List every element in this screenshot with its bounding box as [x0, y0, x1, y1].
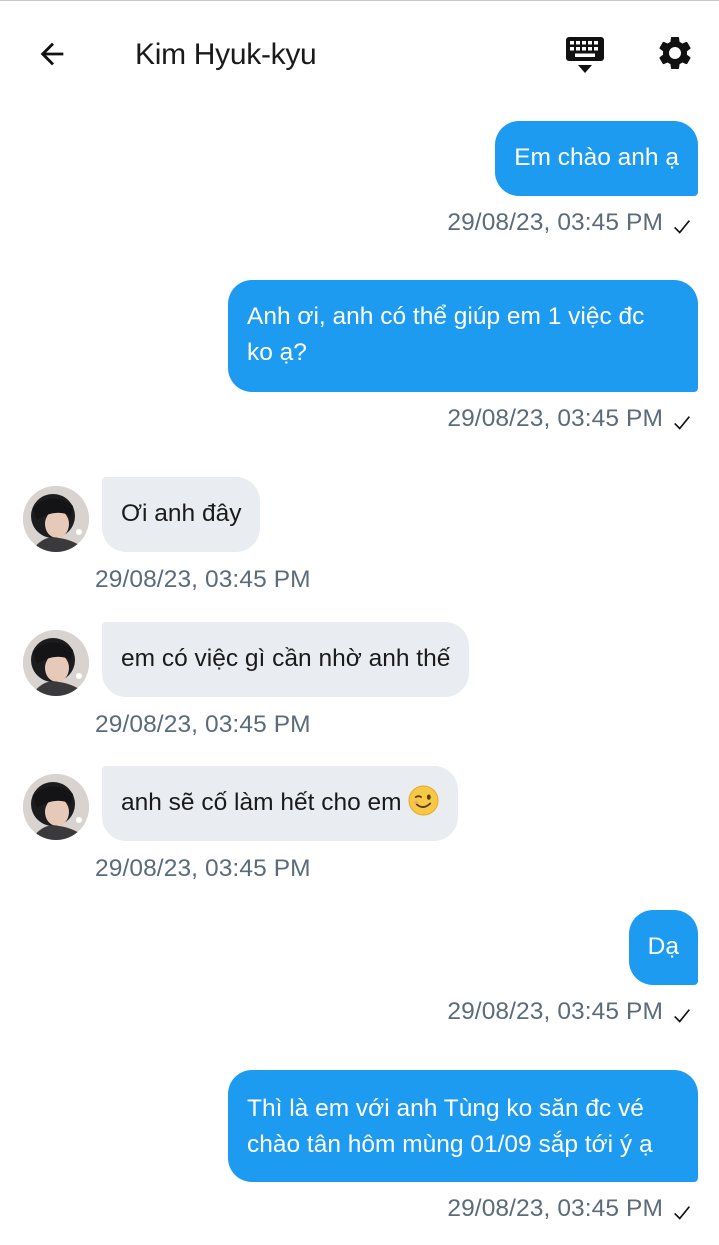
message-timestamp: 29/08/23, 03:45 PM — [447, 998, 663, 1025]
message-bubble[interactable]: Em chào anh ạ — [495, 121, 698, 196]
message-text: anh sẽ cố làm hết cho em — [121, 789, 402, 816]
avatar-image — [23, 774, 89, 840]
avatar-image — [23, 486, 89, 552]
checkmark-icon — [674, 1009, 690, 1023]
message-text-line: ko ạ? — [247, 339, 307, 366]
message-timestamp: 29/08/23, 03:45 PM — [447, 405, 663, 432]
avatar[interactable] — [23, 486, 89, 552]
checkmark-icon — [674, 1206, 690, 1220]
message-text: em có việc gì cần nhờ anh thế — [121, 645, 451, 672]
message-text-line: Thì là em với anh Tùng ko săn đc vé — [247, 1095, 644, 1122]
avatar-image — [23, 630, 89, 696]
message-timestamp: 29/08/23, 03:45 PM — [95, 855, 311, 882]
message-timestamp: 29/08/23, 03:45 PM — [447, 1195, 663, 1222]
message-text: Dạ — [647, 933, 679, 960]
message-bubble[interactable]: Anh ơi, anh có thể giúp em 1 việc đc ko … — [228, 280, 698, 392]
winking-face-emoji — [408, 785, 439, 816]
message-text: Ơi anh đây — [121, 500, 242, 527]
message-bubble[interactable]: Dạ — [628, 910, 698, 985]
message-list[interactable]: Em chào anh ạ 29/08/23, 03:45 PM Anh ơi,… — [0, 0, 719, 1245]
message-text-line: chào tân hôm mùng 01/09 sắp tới ý ạ — [247, 1131, 653, 1158]
message-bubble[interactable]: anh sẽ cố làm hết cho em — [102, 766, 458, 841]
avatar[interactable] — [23, 774, 89, 840]
message-timestamp: 29/08/23, 03:45 PM — [95, 711, 311, 738]
message-bubble[interactable]: Thì là em với anh Tùng ko săn đc vé chào… — [228, 1070, 698, 1182]
checkmark-icon — [674, 220, 690, 234]
checkmark-icon — [674, 416, 690, 430]
message-timestamp: 29/08/23, 03:45 PM — [95, 566, 311, 593]
message-text: Em chào anh ạ — [514, 144, 679, 171]
message-bubble[interactable]: Ơi anh đây — [102, 477, 261, 552]
message-text-line: Anh ơi, anh có thể giúp em 1 việc đc — [247, 303, 645, 330]
message-bubble[interactable]: em có việc gì cần nhờ anh thế — [102, 622, 470, 697]
message-timestamp: 29/08/23, 03:45 PM — [447, 209, 663, 236]
avatar[interactable] — [23, 630, 89, 696]
